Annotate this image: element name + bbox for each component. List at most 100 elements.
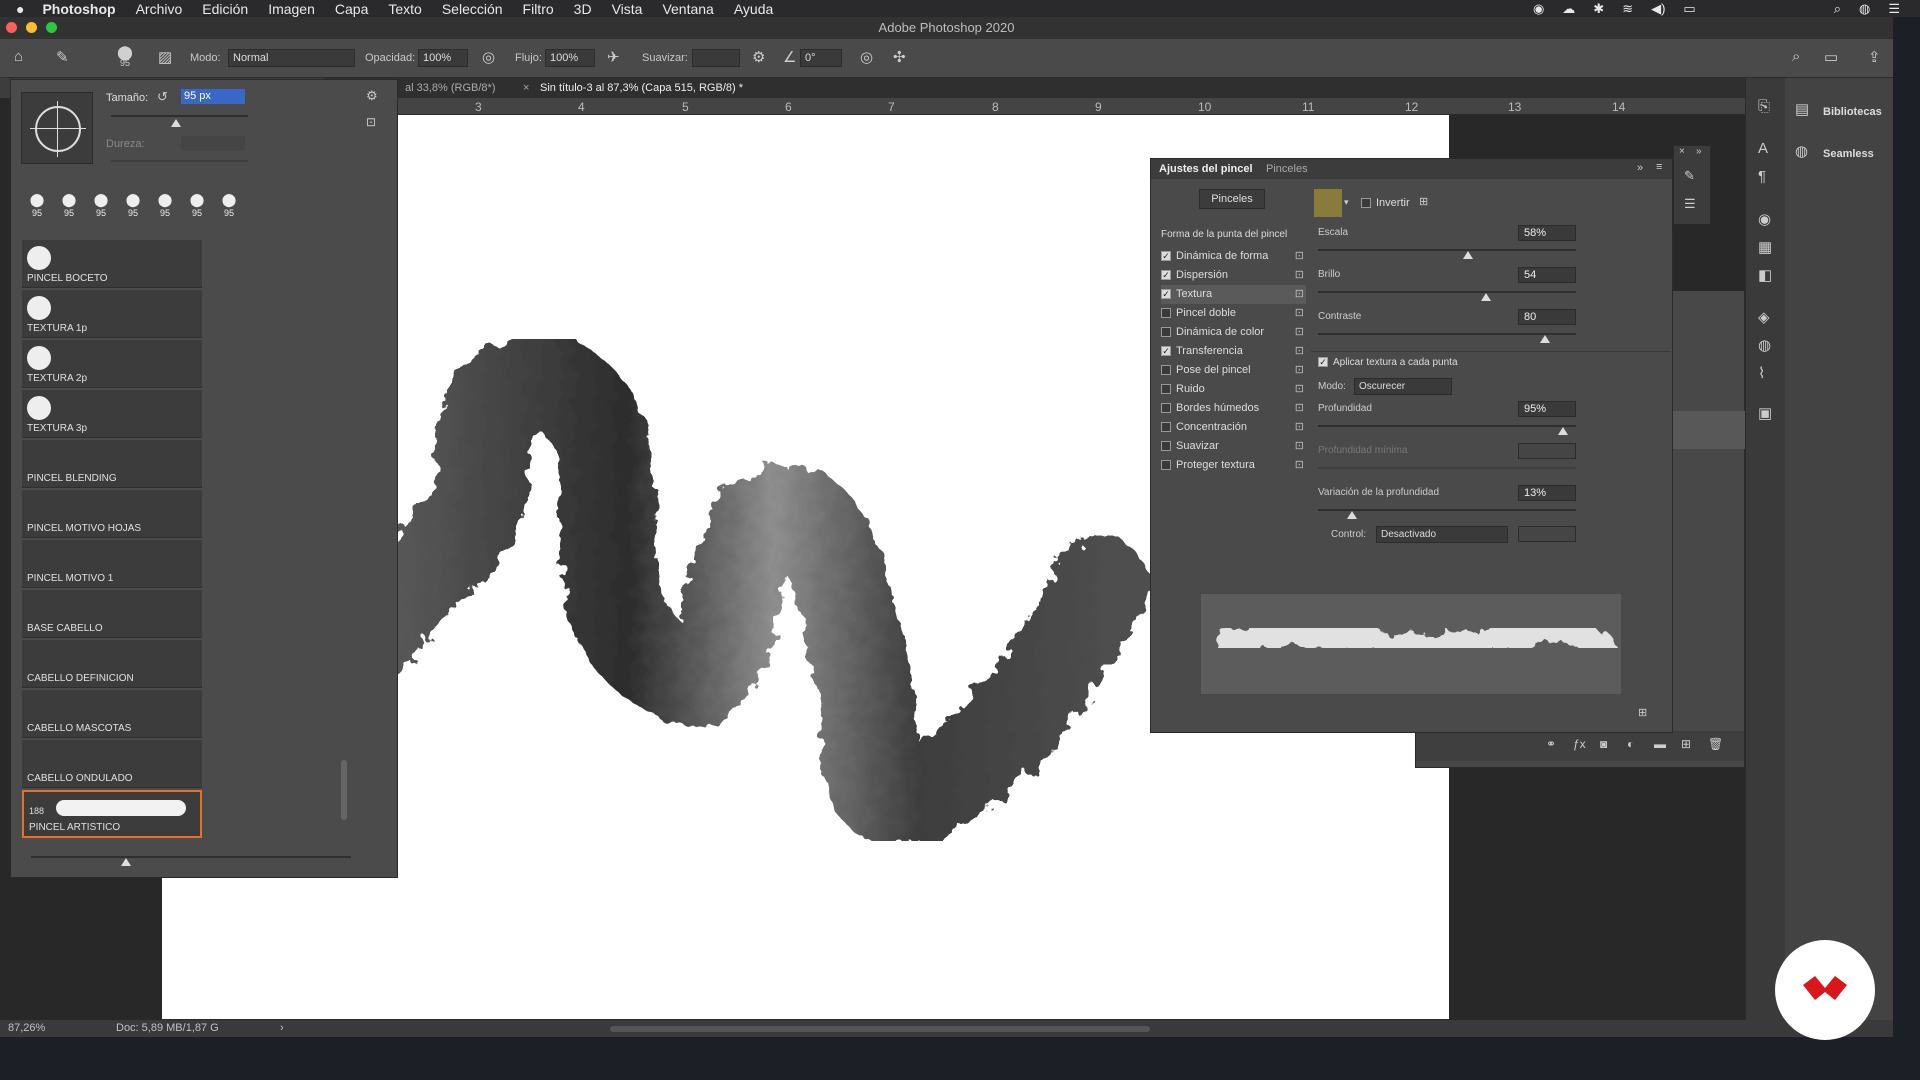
seamless-label[interactable]: Seamless — [1823, 148, 1874, 160]
record-icon[interactable]: ◉ — [1533, 1, 1544, 17]
brush-item[interactable]: CABELLO ONDULADO — [22, 740, 202, 788]
spotlight-icon[interactable]: ⌕ — [1834, 1, 1841, 17]
volume-icon[interactable]: ◀) — [1651, 1, 1665, 17]
brush-item[interactable]: TEXTURA 3p — [22, 390, 202, 438]
lock-icon[interactable]: ⊡ — [1295, 437, 1304, 456]
lock-icon[interactable]: ⊡ — [1295, 418, 1304, 437]
panel-menu-icon[interactable]: ≡ — [1656, 161, 1662, 173]
mode-select[interactable]: Normal — [228, 49, 355, 67]
brushes-button[interactable]: Pinceles — [1199, 189, 1265, 209]
opacity-input[interactable]: 100% — [418, 49, 468, 67]
adjustment-icon[interactable]: ◐ — [1627, 737, 1634, 751]
lock-icon[interactable]: ⊡ — [1295, 342, 1304, 361]
apply-texture-checkbox[interactable]: ✓ Aplicar textura a cada punta — [1318, 357, 1458, 368]
contrast-slider-thumb[interactable] — [1540, 335, 1551, 343]
preview-size-slider-thumb[interactable] — [121, 858, 131, 866]
paragraph-icon[interactable]: ¶ — [1758, 168, 1766, 185]
libraries-label[interactable]: Bibliotecas — [1823, 106, 1882, 118]
brush-option-row[interactable]: Dinámica de color ⊡ — [1161, 323, 1306, 342]
texture-swatch[interactable] — [1314, 189, 1342, 217]
workspace-icon[interactable]: ▭ — [1824, 48, 1838, 66]
gear-icon[interactable]: ⚙ — [752, 48, 765, 66]
menu-ventana[interactable]: Ventana — [662, 1, 713, 17]
seamless-icon[interactable]: ◍ — [1795, 142, 1808, 160]
size-input[interactable]: 95 px — [181, 89, 245, 104]
angle-input[interactable]: 0° — [800, 49, 842, 67]
brush-tip-shape[interactable]: Forma de la punta del pincel — [1161, 229, 1287, 240]
brush-item[interactable]: CABELLO MASCOTAS — [22, 690, 202, 738]
brush-option-row[interactable]: Pincel doble ⊡ — [1161, 304, 1306, 323]
gradients-icon[interactable]: ◧ — [1758, 266, 1772, 284]
brush-option-row[interactable]: ✓ Dispersión ⊡ — [1161, 266, 1306, 285]
menu-ayuda[interactable]: Ayuda — [734, 1, 773, 17]
depth-slider-thumb[interactable] — [1558, 427, 1569, 435]
brush-option-row[interactable]: Ruido ⊡ — [1161, 380, 1306, 399]
new-brush-preset-icon[interactable]: ⊞ — [1638, 706, 1647, 719]
hardness-input[interactable] — [181, 136, 245, 151]
libraries-icon[interactable]: ▤ — [1795, 100, 1809, 118]
brush-option-row[interactable]: Bordes húmedos ⊡ — [1161, 399, 1306, 418]
lock-icon[interactable]: ⊡ — [1295, 266, 1304, 285]
brightness-slider-thumb[interactable] — [1480, 293, 1491, 301]
bluetooth-icon[interactable]: ✱ — [1593, 1, 1604, 17]
lock-icon[interactable]: ⊡ — [1295, 456, 1304, 475]
recent-brush[interactable]: ⬤ 95 — [118, 192, 148, 226]
control-select[interactable]: Desactivado — [1376, 526, 1508, 543]
minimize-window-button[interactable] — [26, 22, 37, 33]
collapse-panel-icon[interactable]: » — [1637, 162, 1643, 174]
folder-icon[interactable]: ▬ — [1654, 737, 1666, 751]
texture-dropdown-icon[interactable]: ▾ — [1344, 197, 1349, 208]
link-layers-icon[interactable]: ⚭ — [1546, 737, 1556, 751]
brush-item[interactable]: BASE CABELLO — [22, 590, 202, 638]
menu-3d[interactable]: 3D — [574, 1, 592, 17]
brush-option-row[interactable]: Concentración ⊡ — [1161, 418, 1306, 437]
expand-floating-icon[interactable]: » — [1696, 146, 1702, 157]
app-menu[interactable]: Photoshop — [42, 1, 115, 17]
menu-seleccion[interactable]: Selección — [442, 1, 503, 17]
lock-icon[interactable]: ⊡ — [1295, 323, 1304, 342]
recent-brush[interactable]: ⬤ 95 — [22, 192, 52, 226]
contrast-input[interactable]: 80 — [1518, 309, 1576, 325]
depth-variation-slider-thumb[interactable] — [1346, 511, 1357, 519]
brush-item[interactable]: PINCEL BOCETO — [22, 240, 202, 288]
tab-brushes[interactable]: Pinceles — [1266, 163, 1308, 175]
copy-texture-icon[interactable]: ⊞ — [1419, 195, 1428, 208]
lock-icon[interactable]: ⊡ — [1295, 399, 1304, 418]
menu-vista[interactable]: Vista — [612, 1, 643, 17]
brush-option-row[interactable]: Pose del pincel ⊡ — [1161, 361, 1306, 380]
lock-icon[interactable]: ⊡ — [1295, 304, 1304, 323]
menu-capa[interactable]: Capa — [335, 1, 368, 17]
history-icon[interactable]: ⎘ — [1758, 98, 1770, 115]
recent-brush[interactable]: ⬤ 95 — [54, 192, 84, 226]
menu-texto[interactable]: Texto — [388, 1, 421, 17]
reset-size-icon[interactable]: ↺ — [157, 89, 168, 105]
brush-option-row[interactable]: ✓ Transferencia ⊡ — [1161, 342, 1306, 361]
menu-list-icon[interactable]: ☰ — [1888, 1, 1900, 17]
brush-preset-picker[interactable]: ⬤ 95 — [110, 44, 140, 72]
smoothing-input[interactable] — [692, 49, 740, 67]
color-icon[interactable]: ◉ — [1758, 210, 1771, 228]
lock-icon[interactable]: ⊡ — [1295, 380, 1304, 399]
lock-icon[interactable]: ⊡ — [1295, 247, 1304, 266]
zoom-window-button[interactable] — [46, 22, 57, 33]
lock-icon[interactable]: ⊡ — [1295, 285, 1304, 304]
channels-icon[interactable]: ◍ — [1758, 336, 1771, 354]
horizontal-scrollbar[interactable] — [610, 1026, 1150, 1032]
brush-angle-preview[interactable] — [21, 92, 93, 164]
apple-icon[interactable]: ● — [16, 1, 24, 17]
angle-icon[interactable]: ∠ — [783, 48, 796, 66]
brush-item[interactable]: PINCEL MOTIVO HOJAS — [22, 490, 202, 538]
brightness-input[interactable]: 54 — [1518, 267, 1576, 283]
recent-brush[interactable]: ⬤ 95 — [86, 192, 116, 226]
new-layer-icon[interactable]: ⊞ — [1681, 737, 1691, 751]
mask-icon[interactable]: ◙ — [1600, 737, 1607, 751]
lock-icon[interactable]: ⊡ — [1295, 361, 1304, 380]
brush-option-row[interactable]: ✓ Textura ⊡ — [1161, 285, 1306, 304]
siri-icon[interactable]: ◍ — [1859, 1, 1870, 17]
doc-size[interactable]: Doc: 5,89 MB/1,87 G — [116, 1022, 219, 1034]
layers-icon[interactable]: ◈ — [1758, 308, 1770, 326]
brush-item[interactable]: CABELLO DEFINICION — [22, 640, 202, 688]
brush-settings-panel-icon[interactable]: ✎ — [1684, 168, 1695, 184]
share-icon[interactable]: ⇪ — [1868, 48, 1881, 66]
menu-archivo[interactable]: Archivo — [136, 1, 183, 17]
